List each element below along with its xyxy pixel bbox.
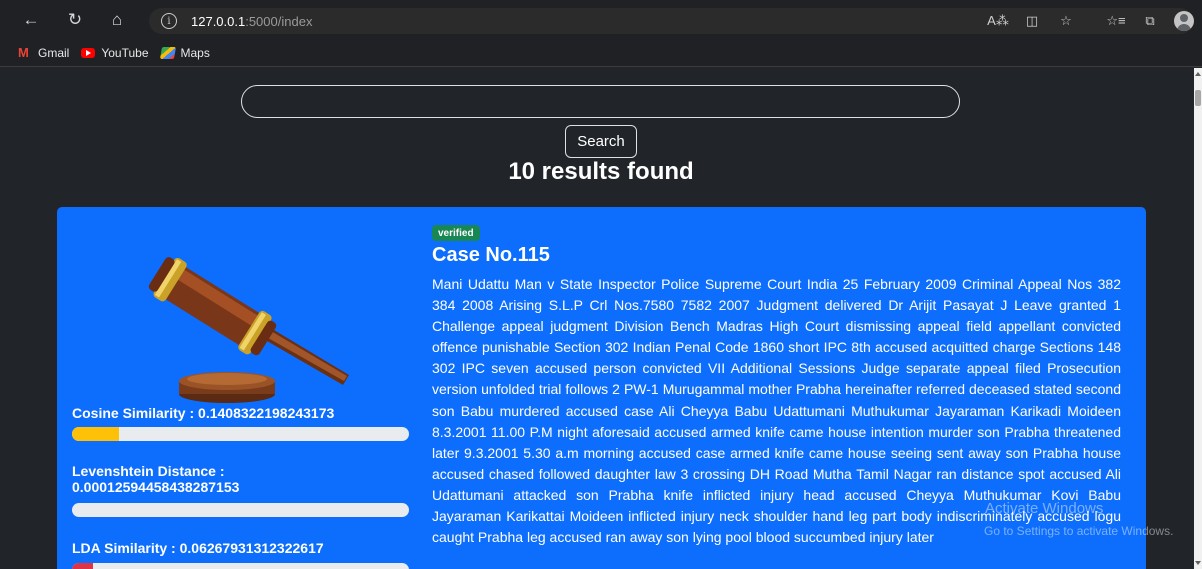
bookmark-label: Gmail bbox=[38, 46, 70, 60]
activate-windows-subtitle: Go to Settings to activate Windows. bbox=[984, 524, 1174, 538]
levenshtein-distance-bar bbox=[72, 503, 409, 517]
cosine-similarity-bar bbox=[72, 427, 409, 441]
gavel-icon bbox=[148, 257, 349, 403]
youtube-icon bbox=[81, 48, 96, 58]
result-card: Cosine Similarity : 0.1408322198243173 L… bbox=[57, 207, 1146, 569]
cosine-similarity-fill bbox=[72, 427, 120, 441]
verified-badge: verified bbox=[432, 225, 480, 241]
browser-toolbar: ← ↻ ⌂ i 127.0.0.1:5000/index A⁂ ◫ ☆ ☆≡ ⧉ bbox=[0, 0, 1202, 40]
lda-similarity-fill bbox=[72, 563, 94, 569]
bookmark-gmail[interactable]: M Gmail bbox=[18, 46, 69, 60]
collections-icon[interactable]: ⧉ bbox=[1136, 8, 1164, 34]
scroll-down-icon[interactable] bbox=[1195, 561, 1201, 565]
bookmark-youtube[interactable]: YouTube bbox=[81, 46, 149, 60]
results-count: 10 results found bbox=[508, 158, 694, 185]
gmail-icon: M bbox=[18, 45, 29, 60]
url-path: :5000/index bbox=[245, 13, 313, 29]
refresh-icon[interactable]: ↻ bbox=[60, 5, 90, 35]
bookmarks-bar: M Gmail YouTube Maps bbox=[0, 40, 1202, 67]
profile-avatar-icon[interactable] bbox=[1174, 11, 1194, 31]
info-icon[interactable]: i bbox=[161, 13, 177, 29]
page-scrollbar[interactable] bbox=[1194, 68, 1202, 569]
immersive-reader-icon[interactable]: ◫ bbox=[1018, 8, 1046, 34]
lda-similarity-bar bbox=[72, 563, 409, 569]
scroll-up-icon[interactable] bbox=[1195, 72, 1201, 76]
bookmark-maps[interactable]: Maps bbox=[159, 46, 210, 60]
bookmark-label: Maps bbox=[180, 46, 210, 60]
read-aloud-icon[interactable]: A⁂ bbox=[984, 8, 1012, 34]
levenshtein-distance-label: Levenshtein Distance : 0.000125944584382… bbox=[72, 463, 240, 495]
bookmark-label: YouTube bbox=[101, 46, 149, 60]
cosine-similarity-label: Cosine Similarity : 0.1408322198243173 bbox=[72, 405, 335, 421]
back-arrow-icon[interactable]: ← bbox=[16, 5, 46, 35]
add-favorite-icon[interactable]: ☆ bbox=[1052, 8, 1080, 34]
case-title[interactable]: Case No.115 bbox=[432, 244, 550, 267]
search-input[interactable] bbox=[241, 85, 960, 118]
maps-icon bbox=[159, 47, 176, 59]
scroll-thumb[interactable] bbox=[1195, 90, 1201, 106]
url-host: 127.0.0.1 bbox=[191, 13, 246, 29]
favorites-icon[interactable]: ☆≡ bbox=[1102, 8, 1130, 34]
lda-similarity-label: LDA Similarity : 0.06267931312322617 bbox=[72, 540, 324, 556]
activate-windows-title: Activate Windows bbox=[985, 500, 1104, 517]
home-icon[interactable]: ⌂ bbox=[102, 5, 132, 35]
toolbar-actions: A⁂ ◫ ☆ ☆≡ ⧉ bbox=[978, 8, 1202, 34]
search-button[interactable]: Search bbox=[565, 125, 637, 158]
